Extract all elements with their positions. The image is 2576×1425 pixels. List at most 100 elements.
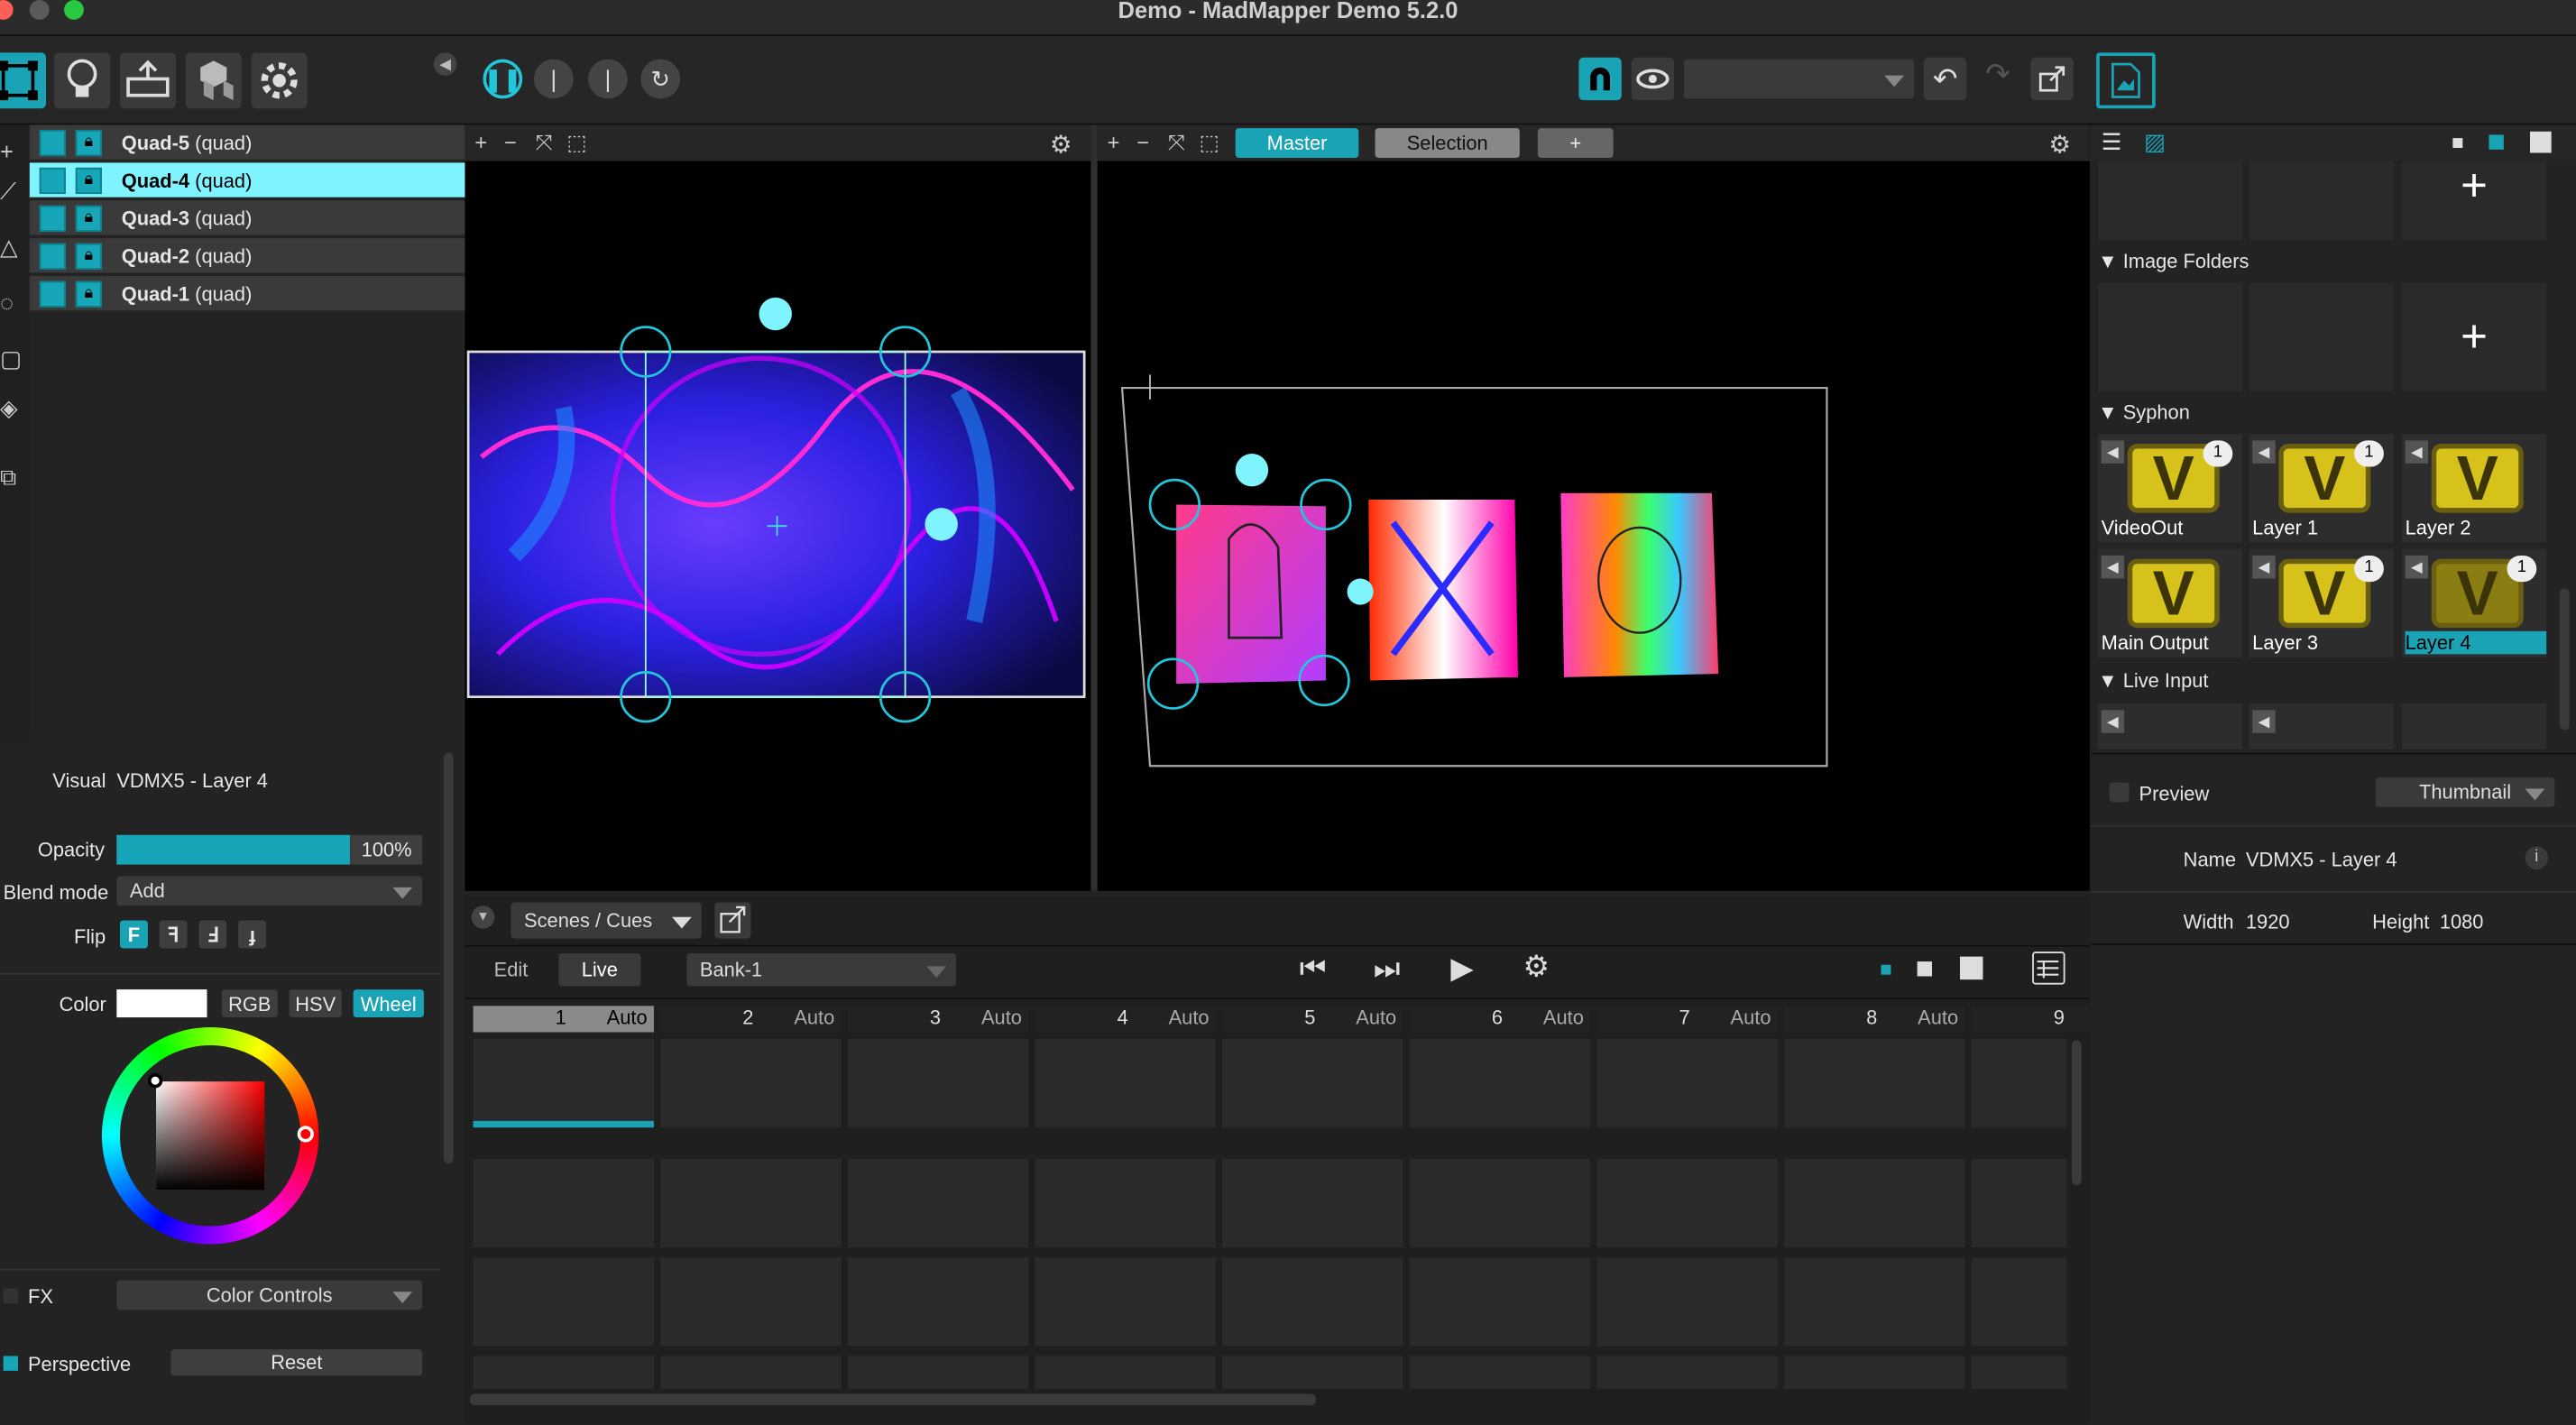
syphon-source-tile[interactable]: ◀ V 1 Layer 3 <box>2249 548 2394 657</box>
add-folder-button[interactable]: + <box>2401 282 2547 391</box>
previous-cue-button[interactable]: ⏮︎ <box>1300 952 1327 986</box>
surface-quad-4[interactable] <box>1176 504 1326 685</box>
preview-checkbox[interactable] <box>2109 782 2130 803</box>
live-mode-tab[interactable]: Live <box>558 952 641 987</box>
info-icon[interactable]: i <box>2525 846 2549 870</box>
fx-checkbox[interactable] <box>3 1288 19 1304</box>
visibility-toggle[interactable] <box>39 204 66 232</box>
zoom-out-icon[interactable]: − <box>504 130 517 154</box>
syphon-source-tile[interactable]: ◀ V Main Output <box>2097 548 2243 657</box>
step-forward-button[interactable]: | <box>588 59 628 99</box>
surface-mode-button[interactable] <box>0 52 47 109</box>
add-3d-object-icon[interactable]: ◈ <box>0 394 18 422</box>
flip-horizontal-button[interactable]: ꟻ <box>159 920 188 949</box>
perspective-checkbox[interactable] <box>3 1356 19 1371</box>
surface-quad-2[interactable] <box>1560 492 1719 677</box>
add-mask-icon[interactable]: ▢ <box>0 345 22 373</box>
lock-icon[interactable]: 🔒︎ <box>75 204 102 232</box>
live-input-tile[interactable]: ◀ <box>2097 703 2243 750</box>
add-media-button[interactable]: + <box>2401 161 2547 241</box>
media-slot[interactable] <box>2097 161 2243 241</box>
media-slot[interactable] <box>2097 282 2243 391</box>
collapse-left-icon[interactable]: ◀ <box>433 52 457 76</box>
flip-both-button[interactable]: ɟ <box>238 920 267 949</box>
media-scrollbar[interactable] <box>2559 588 2570 731</box>
wheel-mode-button[interactable]: Wheel <box>353 989 424 1018</box>
cue-header[interactable]: 5 Auto <box>1222 1006 1403 1033</box>
corner-handle[interactable] <box>1148 478 1201 531</box>
edit-mode-tab[interactable]: Edit <box>478 955 544 985</box>
small-size-icon[interactable] <box>1881 964 1891 975</box>
view-splitter[interactable] <box>1090 124 1098 891</box>
layer-row[interactable]: 🔒︎ Quad-1 (quad) <box>29 276 465 313</box>
fit-icon[interactable]: ⤧ <box>536 130 553 156</box>
preview-eye-button[interactable] <box>1631 57 1675 101</box>
hue-handle[interactable] <box>297 1126 314 1143</box>
media-slot[interactable] <box>2249 161 2394 241</box>
live-input-header[interactable]: ▼ Live Input <box>2098 669 2209 693</box>
cue-cell[interactable] <box>1222 1356 1403 1389</box>
cue-cell[interactable] <box>660 1356 842 1389</box>
cue-list-toggle[interactable] <box>2032 952 2065 985</box>
tab-master[interactable]: Master <box>1235 128 1359 158</box>
zoom-in-icon[interactable]: + <box>1108 130 1120 154</box>
color-swatch[interactable] <box>116 989 207 1018</box>
lock-icon[interactable]: 🔒︎ <box>75 166 102 194</box>
settings-mode-button[interactable] <box>251 52 308 109</box>
output-select-dropdown[interactable] <box>1683 59 1914 99</box>
saturation-value-square[interactable] <box>156 1081 265 1191</box>
syphon-source-tile[interactable]: ◀ V 1 VideoOut <box>2097 434 2243 543</box>
3d-mode-button[interactable] <box>185 52 242 109</box>
cue-cell[interactable] <box>847 1257 1029 1347</box>
cue-cell[interactable] <box>1971 1158 2067 1248</box>
move-handle-icon[interactable] <box>759 297 792 331</box>
syphon-source-tile-selected[interactable]: ◀ V 1 Layer 4 <box>2401 548 2547 657</box>
cue-header[interactable]: 4 Auto <box>1035 1006 1216 1033</box>
flip-none-button[interactable]: F <box>119 920 148 949</box>
cue-cell[interactable] <box>1409 1257 1591 1347</box>
gear-icon[interactable]: ⚙ <box>1050 130 1072 160</box>
cue-cell[interactable] <box>1596 1257 1778 1347</box>
cue-cell[interactable] <box>1035 1038 1216 1128</box>
cue-cell[interactable] <box>847 1356 1029 1389</box>
fit-icon[interactable]: ⤧ <box>1168 130 1185 156</box>
undo-button[interactable]: ↶ <box>1923 57 1967 101</box>
collapse-panel-icon[interactable]: ▼ <box>471 906 495 929</box>
cue-cell[interactable] <box>1222 1257 1403 1347</box>
rgb-mode-button[interactable]: RGB <box>221 989 278 1018</box>
list-view-icon[interactable]: ☰ <box>2102 128 2131 154</box>
cue-cell[interactable] <box>473 1257 654 1347</box>
hsv-mode-button[interactable]: HSV <box>289 989 342 1018</box>
large-size-icon[interactable] <box>1959 956 1983 980</box>
redo-button[interactable]: ↷ <box>1976 58 2019 100</box>
cue-cell[interactable] <box>1971 1356 2067 1389</box>
layer-row[interactable]: 🔒︎ Quad-2 (quad) <box>29 238 465 275</box>
cue-cell[interactable] <box>1596 1158 1778 1248</box>
preview-mode-dropdown[interactable]: Thumbnail <box>2375 777 2555 807</box>
cue-cell[interactable] <box>847 1038 1029 1128</box>
cue-cell[interactable] <box>847 1158 1029 1248</box>
blend-mode-dropdown[interactable]: Add <box>116 876 423 906</box>
cue-cell[interactable] <box>1409 1038 1591 1128</box>
cue-cell[interactable] <box>1971 1257 2067 1347</box>
cue-cell[interactable] <box>660 1158 842 1248</box>
inspector-scrollbar[interactable] <box>443 752 454 1164</box>
output-mode-button[interactable] <box>119 52 176 109</box>
add-triangle-icon[interactable]: △ <box>0 234 18 262</box>
add-group-icon[interactable]: ⧉ <box>0 464 16 492</box>
media-slot[interactable] <box>2401 703 2547 750</box>
zoom-out-icon[interactable]: − <box>1136 130 1149 154</box>
tab-selection[interactable]: Selection <box>1375 128 1520 158</box>
cue-cell[interactable] <box>1222 1038 1403 1128</box>
syphon-header[interactable]: ▼ Syphon <box>2098 401 2190 425</box>
flip-vertical-button[interactable]: Ⅎ <box>198 920 227 949</box>
cue-cell[interactable] <box>1035 1356 1216 1389</box>
input-canvas[interactable] <box>465 161 1090 891</box>
rotate-handle-icon[interactable] <box>925 508 958 541</box>
color-picker-handle[interactable] <box>147 1073 163 1089</box>
zoom-in-icon[interactable]: + <box>474 130 487 154</box>
cue-settings-button[interactable]: ⚙ <box>1523 950 1549 984</box>
step-back-button[interactable]: | <box>533 59 574 99</box>
syphon-source-tile[interactable]: ◀ V Layer 2 <box>2401 434 2547 543</box>
magnet-snap-button[interactable] <box>1578 57 1622 101</box>
